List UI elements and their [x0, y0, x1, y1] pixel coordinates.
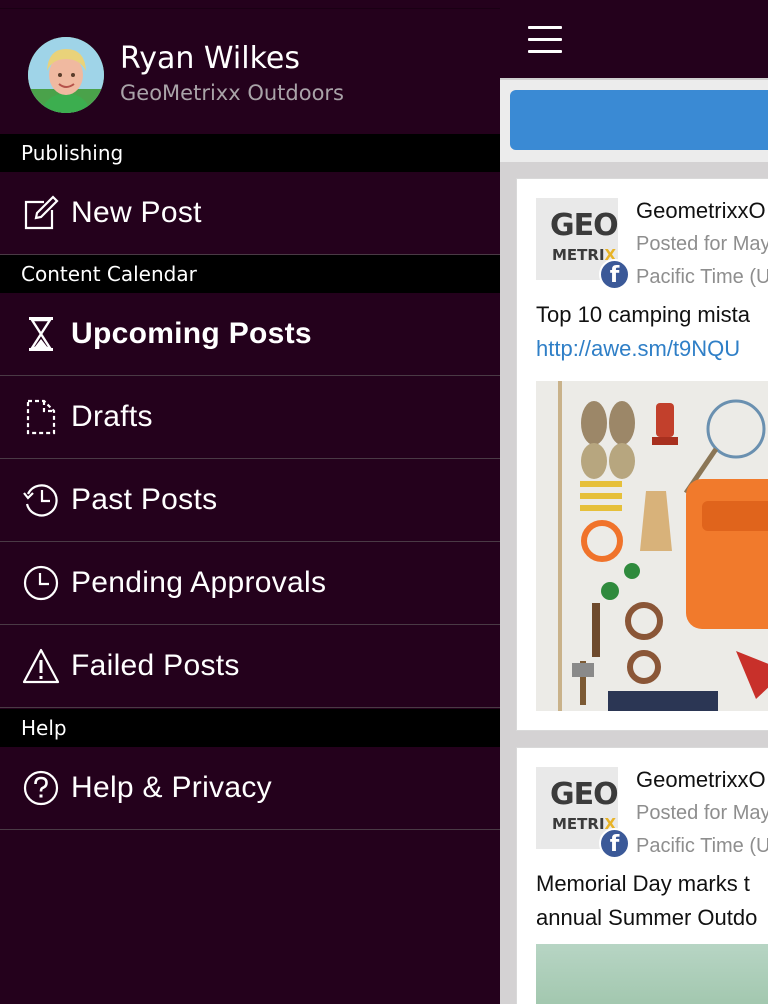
menu-item-help-privacy[interactable]: Help & Privacy — [0, 747, 500, 830]
warning-icon — [22, 647, 60, 685]
edit-icon — [22, 194, 60, 232]
menu-item-new-post[interactable]: New Post — [0, 172, 500, 255]
post-text: Memorial Day marks t — [536, 871, 750, 896]
action-strip — [500, 78, 768, 162]
post-timezone: Pacific Time (U — [636, 266, 768, 288]
navigation-drawer: Ryan Wilkes GeoMetrixx Outdoors Publishi… — [0, 0, 500, 1004]
menu-item-drafts[interactable]: Drafts — [0, 376, 500, 459]
logo-text-geo: GEO — [550, 208, 619, 243]
user-name: Ryan Wilkes — [120, 41, 300, 76]
menu-item-label: Help & Privacy — [71, 771, 272, 804]
menu-item-failed-posts[interactable]: Failed Posts — [0, 625, 500, 708]
menu-item-label: New Post — [71, 196, 202, 229]
menu-item-label: Past Posts — [71, 483, 218, 516]
post-card[interactable]: GEO METRIX f GeometrixxO Posted for May … — [516, 178, 768, 731]
primary-action-button[interactable] — [510, 90, 768, 150]
facebook-icon: f — [599, 259, 630, 290]
account-name: GeometrixxO — [636, 767, 766, 792]
section-header-help: Help — [0, 709, 500, 747]
menu-item-past-posts[interactable]: Past Posts — [0, 459, 500, 542]
menu-item-upcoming-posts[interactable]: Upcoming Posts — [0, 293, 500, 376]
post-schedule: Posted for May — [636, 233, 768, 255]
post-schedule: Posted for May — [636, 802, 768, 824]
avatar[interactable] — [28, 37, 104, 113]
menu-item-label: Pending Approvals — [71, 566, 327, 599]
draft-document-icon — [22, 398, 60, 436]
top-app-bar — [500, 0, 768, 78]
menu-item-label: Upcoming Posts — [71, 317, 312, 350]
post-link[interactable]: http://awe.sm/t9NQU — [536, 336, 740, 362]
clock-icon — [22, 564, 60, 602]
profile-header[interactable]: Ryan Wilkes GeoMetrixx Outdoors — [0, 8, 500, 135]
post-image — [536, 381, 768, 711]
logo-text-geo: GEO — [550, 777, 619, 812]
main-content: GEO METRIX f GeometrixxO Posted for May … — [500, 0, 768, 1004]
account-name: GeometrixxO — [636, 198, 766, 223]
menu-item-label: Drafts — [71, 400, 153, 433]
history-clock-icon — [22, 481, 60, 519]
post-timezone: Pacific Time (U — [636, 835, 768, 857]
facebook-icon: f — [599, 828, 630, 859]
post-image — [536, 944, 768, 1004]
post-card[interactable]: GEO METRIX f GeometrixxO Posted for May … — [516, 747, 768, 1004]
user-organization: GeoMetrixx Outdoors — [120, 81, 344, 105]
section-header-content-calendar: Content Calendar — [0, 255, 500, 293]
post-text-line-2: annual Summer Outdo — [536, 905, 758, 930]
menu-item-pending-approvals[interactable]: Pending Approvals — [0, 542, 500, 625]
section-header-publishing: Publishing — [0, 134, 500, 172]
hourglass-icon — [22, 315, 60, 353]
post-text: Top 10 camping mista — [536, 302, 750, 327]
hamburger-menu-icon[interactable] — [528, 26, 562, 54]
menu-item-label: Failed Posts — [71, 649, 240, 682]
help-icon — [22, 769, 60, 807]
